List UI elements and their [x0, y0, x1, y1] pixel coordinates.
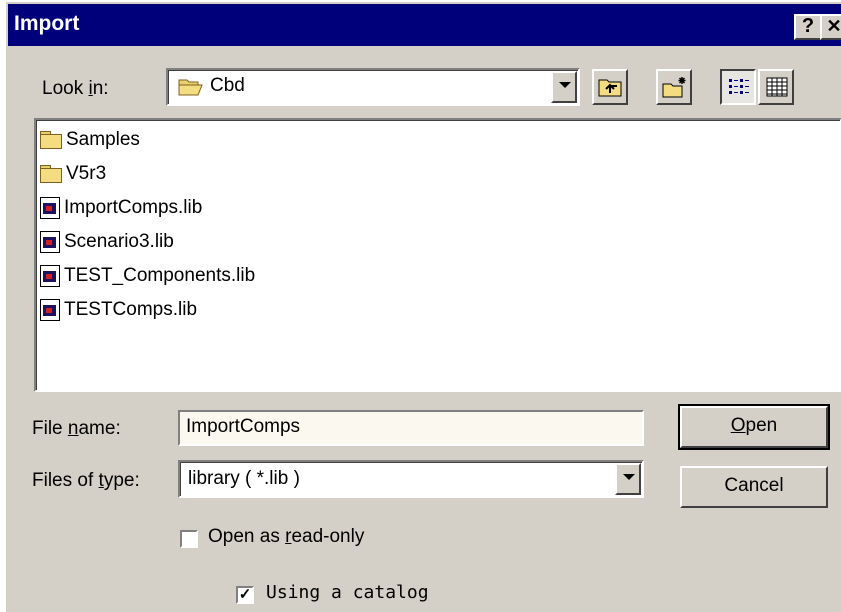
list-item[interactable]: ImportComps.lib — [40, 194, 202, 222]
file-name: ImportComps.lib — [64, 197, 203, 218]
library-file-icon — [40, 265, 60, 287]
checkmark-icon: ✓ — [238, 586, 252, 603]
library-file-icon — [40, 299, 60, 321]
file-type-dropdown-arrow[interactable] — [615, 463, 641, 495]
help-icon: ? — [801, 15, 815, 37]
list-view-button[interactable] — [720, 69, 756, 105]
look-in-dropdown[interactable]: Cbd — [166, 68, 580, 106]
look-in-dropdown-arrow[interactable] — [551, 71, 577, 103]
look-in-value: Cbd — [210, 75, 245, 96]
open-read-only-label[interactable]: Open as read-only — [208, 526, 364, 548]
close-button[interactable]: ✕ — [820, 14, 841, 40]
library-file-icon — [40, 197, 60, 219]
using-catalog-label[interactable]: Using a catalog — [266, 582, 429, 603]
file-name-label: File name: — [32, 418, 121, 439]
create-new-folder-icon — [662, 76, 688, 103]
file-name: TEST_Components.lib — [64, 265, 256, 286]
library-file-icon — [40, 231, 60, 253]
look-in-label: Look in: — [42, 78, 109, 99]
list-item[interactable]: TESTComps.lib — [40, 296, 197, 324]
details-view-icon — [766, 77, 788, 102]
file-type-label: Files of type: — [32, 470, 140, 491]
open-button[interactable]: Open — [678, 404, 830, 450]
file-name: TESTComps.lib — [64, 299, 198, 320]
list-item[interactable]: Scenario3.lib — [40, 228, 174, 256]
close-icon: ✕ — [826, 16, 841, 36]
file-name: V5r3 — [66, 163, 107, 184]
cancel-button[interactable]: Cancel — [680, 466, 828, 508]
file-name: Scenario3.lib — [64, 231, 174, 252]
title-bar: Import ? ✕ — [8, 4, 841, 46]
dialog-title: Import — [14, 12, 80, 35]
file-name: Samples — [66, 129, 140, 150]
up-one-level-button[interactable] — [592, 69, 628, 105]
list-item[interactable]: TEST_Components.lib — [40, 262, 255, 290]
open-read-only-checkbox[interactable] — [180, 530, 198, 548]
help-button[interactable]: ? — [794, 14, 822, 40]
list-item[interactable]: V5r3 — [40, 160, 106, 188]
create-new-folder-button[interactable] — [656, 69, 692, 105]
list-view-icon — [728, 77, 750, 102]
file-type-value: library ( *.lib ) — [188, 468, 300, 489]
using-catalog-checkbox[interactable]: ✓ — [236, 586, 254, 604]
details-view-button[interactable] — [758, 69, 794, 105]
up-one-level-icon — [598, 76, 624, 103]
list-item[interactable]: Samples — [40, 126, 140, 154]
folder-icon — [40, 165, 62, 183]
file-type-dropdown[interactable]: library ( *.lib ) — [178, 460, 644, 498]
file-list[interactable]: Samples V5r3 ImportComps.lib Scenario3.l… — [34, 118, 841, 392]
import-dialog: Import ? ✕ Look in: Cbd Samples V5r3 Imp… — [4, 0, 841, 612]
file-name-input[interactable]: ImportComps — [178, 410, 644, 446]
folder-icon — [40, 131, 62, 149]
open-folder-icon — [178, 77, 204, 102]
